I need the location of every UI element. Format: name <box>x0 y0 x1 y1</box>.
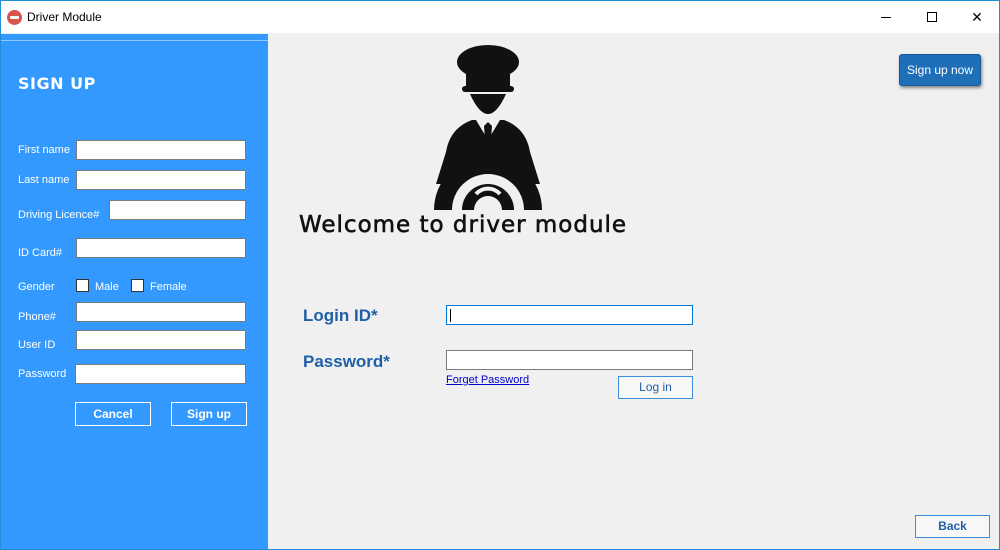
last-name-label: Last name <box>18 174 70 186</box>
female-checkbox[interactable] <box>131 279 144 292</box>
close-icon: ✕ <box>971 8 983 25</box>
gender-label: Gender <box>18 281 55 293</box>
first-name-input[interactable] <box>76 140 246 160</box>
text-caret <box>450 309 451 322</box>
close-button[interactable]: ✕ <box>954 1 1000 33</box>
male-checkbox[interactable] <box>76 279 89 292</box>
title-bar: Driver Module ✕ <box>1 1 999 33</box>
user-id-label: User ID <box>18 339 56 351</box>
cancel-button[interactable]: Cancel <box>75 402 151 426</box>
signup-panel: SIGN UP First name Last name Driving Lic… <box>1 34 268 549</box>
phone-label: Phone# <box>18 311 56 323</box>
driver-logo <box>434 45 542 210</box>
maximize-button[interactable] <box>909 1 955 33</box>
window-title: Driver Module <box>27 10 102 24</box>
app-icon <box>7 10 22 25</box>
last-name-input[interactable] <box>76 170 246 190</box>
minimize-icon <box>881 16 891 18</box>
phone-input[interactable] <box>76 302 246 322</box>
password-label: Password <box>18 368 67 380</box>
female-label: Female <box>150 281 187 293</box>
driving-licence-input[interactable] <box>109 200 246 220</box>
signup-button[interactable]: Sign up <box>171 402 247 426</box>
first-name-label: First name <box>18 144 70 156</box>
panel-top-divider <box>1 34 268 41</box>
password-input[interactable] <box>446 350 693 370</box>
app-window: Driver Module ✕ SIGN UP First name Last … <box>0 0 1000 550</box>
id-card-label: ID Card# <box>18 247 63 259</box>
password-label-main: Password* <box>303 352 390 371</box>
driving-licence-label: Driving Licence# <box>18 209 100 221</box>
signup-title: SIGN UP <box>18 74 96 93</box>
login-id-label: Login ID* <box>303 306 378 325</box>
back-button[interactable]: Back <box>915 515 990 538</box>
signup-password-input[interactable] <box>75 364 246 384</box>
login-id-input[interactable] <box>446 305 693 325</box>
welcome-heading: Welcome to driver module <box>299 212 628 239</box>
signup-now-button[interactable]: Sign up now <box>899 54 981 86</box>
user-id-input[interactable] <box>76 330 246 350</box>
maximize-icon <box>927 12 937 22</box>
male-label: Male <box>95 281 119 293</box>
minimize-button[interactable] <box>863 1 909 33</box>
login-button[interactable]: Log in <box>618 376 693 399</box>
forget-password-link[interactable]: Forget Password <box>446 374 529 386</box>
id-card-input[interactable] <box>76 238 246 258</box>
